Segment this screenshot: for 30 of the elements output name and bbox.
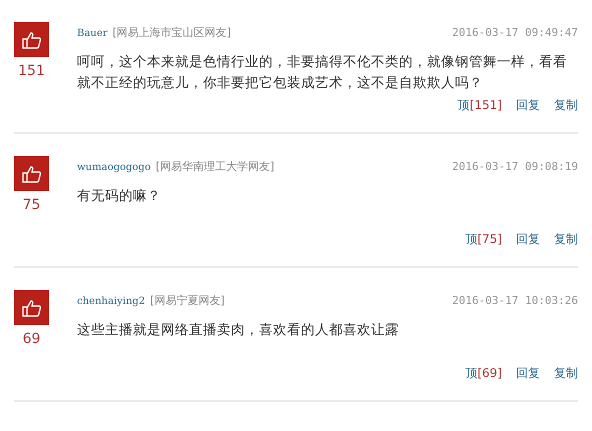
- vote-count: 75: [22, 197, 40, 213]
- upvote-link[interactable]: 顶[69]: [465, 365, 502, 382]
- copy-link[interactable]: 复制: [554, 231, 578, 248]
- username: wumaogogogo: [77, 162, 151, 173]
- comment-text: 有无码的嘛？: [77, 187, 162, 206]
- thumbs-up-icon: [22, 298, 42, 316]
- username: Bauer: [77, 28, 108, 39]
- upvote-link[interactable]: 顶[151]: [458, 97, 502, 114]
- user-location: [网易宁夏网友]: [150, 293, 225, 308]
- vote-button[interactable]: [14, 22, 49, 57]
- user-location: [网易华南理工大学网友]: [156, 159, 274, 174]
- comment-time: 2016-03-17 10:03:26: [452, 294, 578, 307]
- username: chenhaiying2: [77, 296, 146, 307]
- comment-text: 呵呵，这个本来就是色情行业的，非要搞得不伦不类的，就像钢管舞一样，看看就不正经的玩意儿，你非要把它包装成艺术，这不是自欺欺人吗？: [77, 53, 568, 93]
- reply-link[interactable]: 回复: [516, 365, 540, 382]
- user-location: [网易上海市宝山区网友]: [112, 25, 232, 40]
- vote-button[interactable]: [14, 156, 49, 191]
- thumbs-up-icon: [22, 30, 42, 48]
- copy-link[interactable]: 复制: [554, 365, 578, 382]
- reply-link[interactable]: 回复: [516, 97, 540, 114]
- reply-link[interactable]: 回复: [516, 231, 540, 248]
- vote-button[interactable]: [14, 290, 49, 325]
- vote-count: 151: [18, 63, 45, 79]
- comment-text: 这些主播就是网络直播卖肉，喜欢看的人都喜欢让露: [77, 321, 400, 340]
- upvote-link[interactable]: 顶[75]: [465, 231, 502, 248]
- comment-time: 2016-03-17 09:49:47: [452, 26, 578, 39]
- thumbs-up-icon: [22, 164, 42, 182]
- vote-count: 69: [22, 331, 40, 347]
- comment-time: 2016-03-17 09:08:19: [452, 160, 578, 173]
- copy-link[interactable]: 复制: [554, 97, 578, 114]
